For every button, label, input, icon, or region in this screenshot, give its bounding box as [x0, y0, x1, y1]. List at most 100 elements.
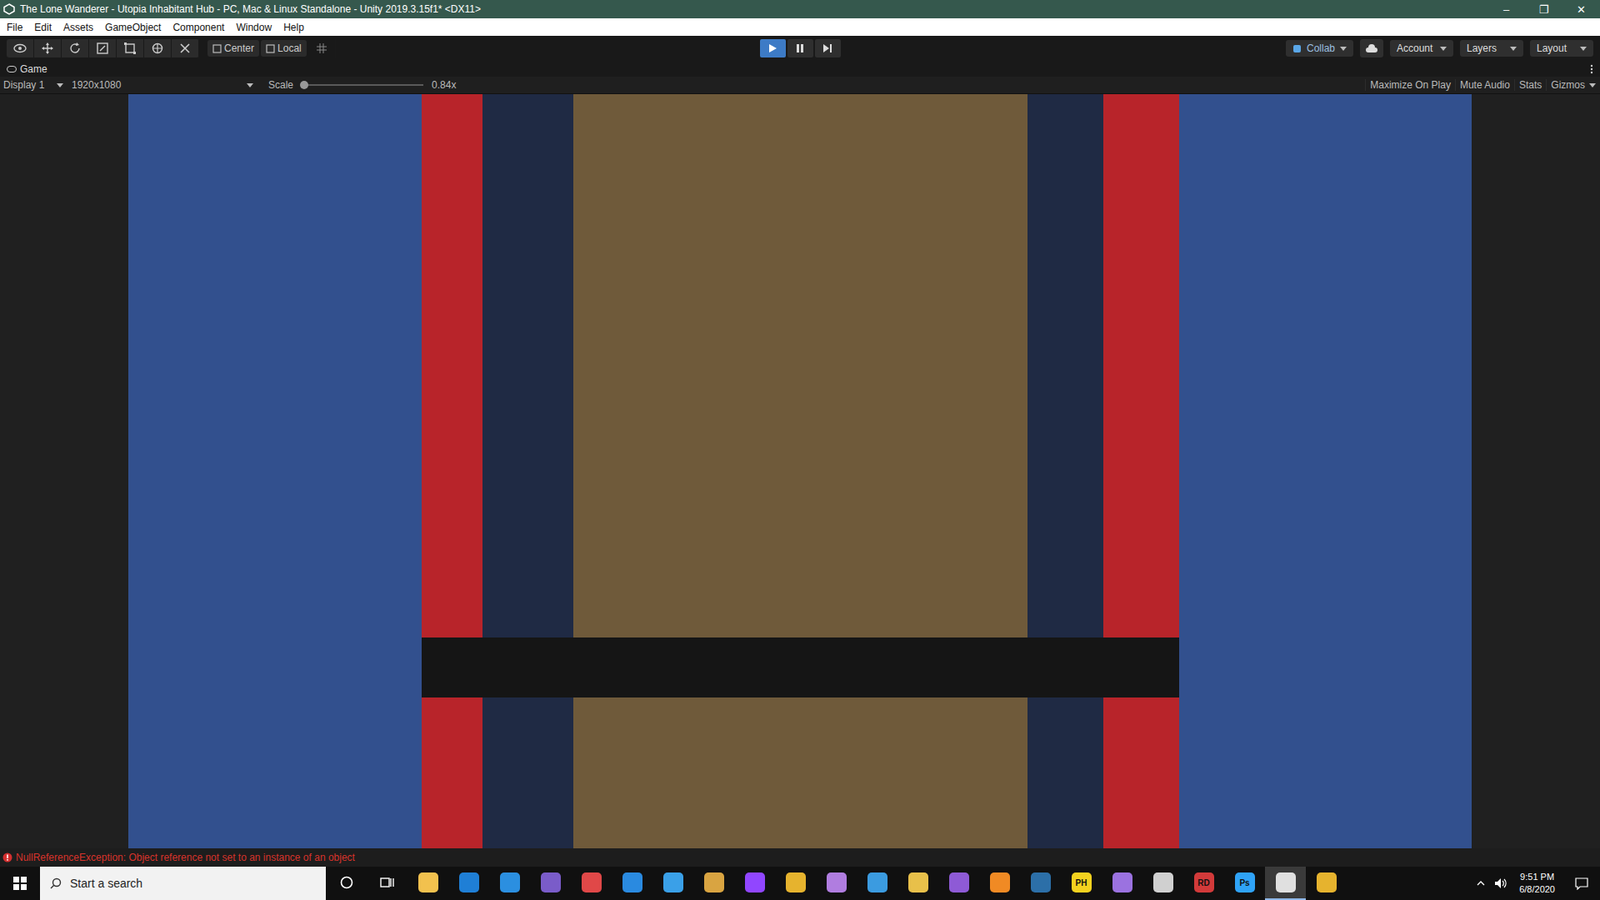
tray-expand-button[interactable] — [1470, 866, 1491, 900]
game-view-toggle[interactable]: Gizmos — [1545, 79, 1600, 91]
app-icon — [418, 872, 439, 893]
taskbar-app[interactable] — [938, 866, 980, 900]
menu-item[interactable]: GameObject — [105, 21, 161, 34]
game-frame[interactable] — [421, 94, 1180, 849]
app-icon — [990, 872, 1010, 893]
app-icon — [540, 872, 561, 893]
taskbar-app[interactable] — [734, 866, 775, 900]
taskbar-app[interactable] — [1142, 866, 1184, 900]
taskbar-app[interactable] — [856, 866, 898, 900]
taskbar-app[interactable] — [448, 866, 490, 900]
main-toolbar: CenterLocal Collab Account Layers Layout — [0, 35, 1600, 61]
game-tab[interactable]: Game — [6, 63, 48, 75]
search-box[interactable]: Start a search — [40, 866, 326, 900]
title-bar: The Lone Wanderer - Utopia Inhabitant Hu… — [0, 0, 1600, 19]
display-dropdown[interactable]: Display 1 — [0, 79, 69, 91]
game-view-toggle[interactable]: Stats — [1514, 79, 1546, 91]
pause-button[interactable] — [787, 39, 814, 58]
notification-icon — [1575, 877, 1589, 890]
scale-slider[interactable] — [301, 80, 424, 90]
eye-icon — [13, 43, 27, 54]
taskbar-app[interactable] — [1101, 866, 1143, 900]
app-icon — [785, 872, 806, 893]
task-view-button[interactable] — [366, 866, 408, 900]
transform-tool[interactable] — [144, 39, 172, 58]
game-view-toolbar: Display 11920x1080Scale0.84xMaximize On … — [0, 76, 1600, 95]
menu-item[interactable]: Assets — [63, 21, 94, 34]
collab-icon — [1292, 44, 1302, 54]
step-icon — [822, 43, 833, 54]
cloud-button[interactable] — [1360, 39, 1384, 58]
play-button[interactable] — [760, 39, 786, 58]
letterbox-left — [0, 94, 129, 849]
window-control-button[interactable]: ❐ — [1525, 3, 1563, 16]
layout-dropdown[interactable]: Layout — [1530, 40, 1594, 57]
taskbar-app[interactable]: PH — [1060, 866, 1102, 900]
circle-icon — [340, 875, 354, 890]
windows-logo-icon — [13, 876, 27, 890]
app-icon — [826, 872, 847, 893]
search-placeholder: Start a search — [70, 876, 143, 890]
collab-dropdown[interactable]: Collab — [1285, 40, 1354, 57]
caret-icon — [56, 83, 64, 88]
volume-button[interactable] — [1490, 866, 1511, 900]
start-button[interactable] — [0, 866, 40, 900]
taskbar-app[interactable] — [979, 866, 1020, 900]
rect-tool[interactable] — [116, 39, 145, 58]
layers-dropdown[interactable]: Layers — [1460, 40, 1524, 57]
error-message[interactable]: NullReferenceException: Object reference… — [15, 851, 355, 864]
app-icon: PH — [1071, 872, 1092, 893]
resolution-dropdown[interactable]: 1920x1080 — [68, 79, 259, 91]
taskbar-app[interactable] — [570, 866, 612, 900]
step-button[interactable] — [815, 39, 841, 58]
taskbar-app[interactable] — [693, 866, 735, 900]
cortana-button[interactable] — [325, 866, 367, 900]
taskbar-app[interactable] — [1305, 866, 1347, 900]
menu-item[interactable]: Edit — [34, 21, 52, 34]
scale-tool[interactable] — [89, 39, 117, 58]
chevron-up-icon — [1476, 880, 1485, 886]
taskbar-app[interactable] — [530, 866, 571, 900]
window-control-button[interactable]: – — [1487, 3, 1525, 16]
unity-editor: The Lone Wanderer - Utopia Inhabitant Hu… — [0, 0, 1600, 900]
window-control-button[interactable]: ✕ — [1562, 3, 1600, 16]
game-view-toggle[interactable]: Mute Audio — [1455, 79, 1515, 91]
move-tool[interactable] — [34, 39, 62, 58]
taskbar-app[interactable] — [815, 866, 857, 900]
tab-menu-button[interactable] — [1590, 64, 1594, 75]
transform-tools — [6, 39, 200, 58]
taskbar-app[interactable] — [407, 866, 449, 900]
toggle-label: Stats — [1519, 79, 1542, 91]
taskbar-app[interactable] — [897, 866, 939, 900]
taskbar-app[interactable]: RD — [1183, 866, 1225, 900]
view-tool[interactable] — [6, 39, 35, 58]
taskbar-app[interactable] — [1265, 866, 1306, 900]
clock[interactable]: 9:51 PM6/8/2020 — [1510, 870, 1564, 896]
unity-logo-icon — [3, 3, 15, 15]
action-center-button[interactable] — [1563, 866, 1600, 900]
rotate-tool[interactable] — [61, 39, 90, 58]
taskbar-app[interactable] — [1020, 866, 1061, 900]
status-bar: NullReferenceException: Object reference… — [0, 848, 1600, 867]
taskbar-app[interactable] — [611, 866, 653, 900]
taskbar-app[interactable] — [652, 866, 694, 900]
task-view-icon — [380, 875, 395, 890]
menu-item[interactable]: Window — [235, 21, 272, 34]
custom-tool[interactable] — [171, 39, 200, 58]
grid-snap-button[interactable] — [308, 39, 336, 58]
game-view-toggle[interactable]: Maximize On Play — [1365, 79, 1455, 91]
slider-thumb[interactable] — [300, 80, 309, 90]
pivot-button[interactable]: Local — [260, 40, 307, 57]
game-tab-row: Game — [0, 60, 1600, 77]
scale-label: Scale — [268, 79, 294, 91]
taskbar-app[interactable] — [775, 866, 816, 900]
account-dropdown[interactable]: Account — [1390, 40, 1454, 57]
taskbar-app[interactable]: Ps — [1224, 866, 1265, 900]
menu-item[interactable]: Help — [283, 21, 305, 34]
menu-item[interactable]: Component — [172, 21, 225, 34]
pivot-icon — [212, 44, 222, 54]
taskbar-app[interactable] — [489, 866, 530, 900]
menu-item[interactable]: File — [6, 21, 23, 34]
move-arrows-icon — [41, 42, 54, 55]
pivot-button[interactable]: Center — [207, 40, 260, 57]
